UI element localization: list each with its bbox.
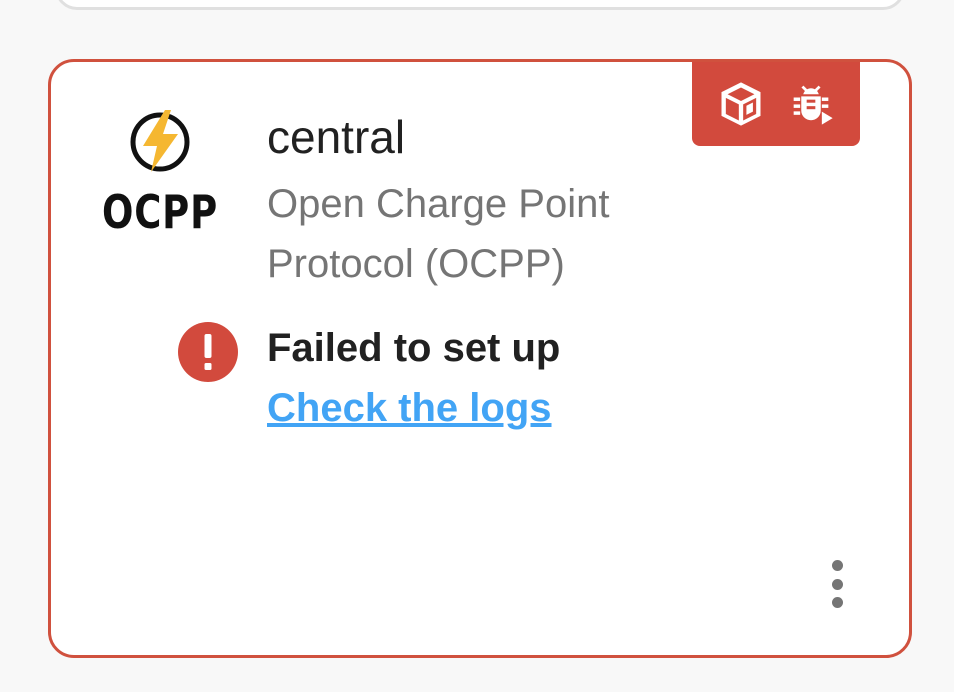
previous-card bbox=[55, 0, 905, 10]
dots-vertical-icon bbox=[831, 560, 843, 571]
logo-text: OCPP bbox=[102, 185, 218, 234]
ocpp-logo: OCPP bbox=[102, 110, 218, 234]
overflow-menu-button[interactable] bbox=[819, 554, 855, 614]
check-logs-link[interactable]: Check the logs bbox=[267, 386, 552, 431]
badge-bar bbox=[692, 62, 860, 146]
package-icon bbox=[721, 82, 761, 126]
status-title: Failed to set up bbox=[267, 326, 561, 370]
integration-title: central bbox=[267, 111, 406, 163]
integration-card: OCPP central Open Charge Point Protocol … bbox=[48, 59, 912, 658]
alert-circle-icon bbox=[178, 322, 238, 382]
bug-play-icon bbox=[793, 85, 833, 125]
integration-subtitle: Open Charge Point Protocol (OCPP) bbox=[267, 182, 610, 286]
